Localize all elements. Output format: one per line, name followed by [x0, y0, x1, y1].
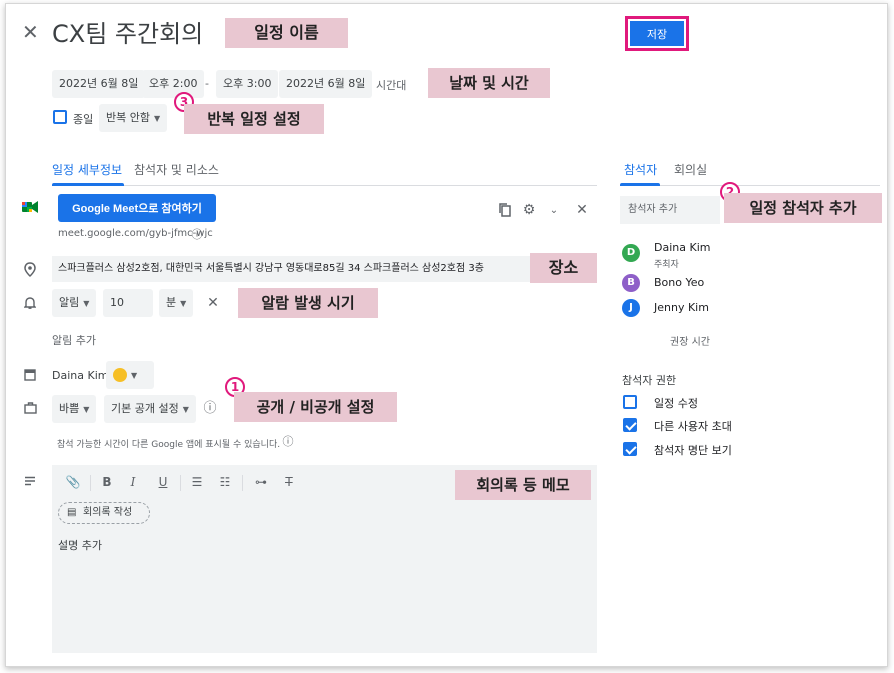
- help-icon[interactable]: ⓘ: [280, 434, 296, 450]
- tab-guests[interactable]: 참석자: [624, 161, 657, 178]
- start-date-chip[interactable]: 2022년 6월 8일: [52, 70, 146, 98]
- save-button-highlight: 저장: [625, 16, 689, 51]
- guest-avatar: B: [622, 274, 640, 292]
- copy-icon[interactable]: [497, 203, 513, 221]
- dropdown-arrow-icon: ▼: [131, 371, 138, 380]
- notification-unit-value: 분: [166, 296, 177, 309]
- dropdown-arrow-icon: ▼: [153, 114, 161, 123]
- clear-format-icon[interactable]: T̶: [280, 475, 298, 489]
- guest-room-tabs: 참석자 회의실: [620, 154, 880, 186]
- detail-tabs: 일정 세부정보 참석자 및 리소스: [52, 154, 597, 186]
- annotation-date-time: 날짜 및 시간: [428, 68, 550, 98]
- visibility-note: 참석 가능한 시간이 다른 Google 앱에 표시될 수 있습니다.: [57, 440, 281, 450]
- tab-guests-resources[interactable]: 참석자 및 리소스: [134, 161, 219, 178]
- close-icon[interactable]: ✕: [22, 22, 39, 42]
- location-input[interactable]: 스파크플러스 삼성2호점, 대한민국 서울특별시 강남구 영동대로85길 34 …: [52, 256, 530, 282]
- toolbar-divider: [90, 475, 91, 491]
- notification-amount-input[interactable]: 10: [103, 289, 153, 317]
- save-button[interactable]: 저장: [630, 21, 684, 46]
- underline-icon[interactable]: U: [154, 475, 172, 489]
- google-meet-icon: [22, 200, 38, 218]
- guest-name[interactable]: Jenny Kim: [654, 301, 709, 314]
- add-notification-link[interactable]: 알림 추가: [52, 332, 96, 348]
- annotation-notification: 알람 발생 시기: [238, 288, 378, 318]
- permission-label: 참석자 명단 보기: [654, 444, 732, 457]
- permission-label: 일정 수정: [654, 397, 698, 410]
- description-placeholder[interactable]: 설명 추가: [58, 537, 102, 553]
- permission-label: 다른 사용자 초대: [654, 420, 732, 433]
- active-tab-indicator: [52, 183, 124, 186]
- guest-avatar: D: [622, 244, 640, 262]
- annotation-visibility: 공개 / 비공개 설정: [234, 392, 397, 422]
- notification-type-value: 알림: [59, 296, 80, 309]
- annotation-notes: 회의록 등 메모: [455, 470, 591, 500]
- end-time-chip[interactable]: 오후 3:00: [216, 70, 279, 98]
- tab-event-details[interactable]: 일정 세부정보: [52, 161, 122, 178]
- annotation-location: 장소: [530, 253, 597, 283]
- toolbar-divider: [180, 475, 181, 491]
- italic-icon[interactable]: I: [124, 475, 142, 489]
- allday-checkbox[interactable]: [53, 110, 67, 124]
- event-title-input[interactable]: CX팀 주간회의: [52, 18, 203, 50]
- meeting-minutes-button[interactable]: ▤ 회의록 작성: [58, 502, 150, 524]
- location-pin-icon: [22, 262, 38, 281]
- permission-see-list-checkbox[interactable]: [623, 442, 637, 456]
- privacy-value: 기본 공개 설정: [111, 402, 179, 415]
- gear-icon[interactable]: ⚙: [521, 202, 537, 218]
- calendar-color-dropdown[interactable]: ▼: [106, 361, 154, 389]
- allday-label: 종일: [73, 113, 94, 126]
- guest-role: 주최자: [654, 260, 679, 270]
- meeting-minutes-label: 회의록 작성: [83, 507, 133, 518]
- busy-value: 바쁨: [59, 402, 80, 415]
- add-guest-input[interactable]: 참석자 추가: [620, 196, 720, 224]
- annotation-repeat: 반복 일정 설정: [184, 104, 324, 134]
- briefcase-icon: [22, 402, 38, 418]
- chevron-down-icon[interactable]: ⌄: [546, 203, 562, 219]
- bulleted-list-icon[interactable]: ☷: [216, 475, 234, 489]
- repeat-dropdown[interactable]: 반복 안함 ▼: [99, 104, 168, 132]
- bold-icon[interactable]: B: [98, 475, 116, 489]
- document-icon: ▤: [67, 507, 77, 518]
- attachment-icon[interactable]: 📎: [64, 475, 82, 489]
- suggested-times-link[interactable]: 권장 시간: [670, 333, 710, 348]
- join-meet-button[interactable]: Google Meet으로 참여하기: [58, 194, 216, 222]
- guest-name[interactable]: Daina Kim: [654, 241, 710, 254]
- calendar-owner: Daina Kim: [52, 369, 109, 382]
- active-tab-indicator: [620, 183, 660, 186]
- permission-invite-checkbox[interactable]: [623, 418, 637, 432]
- privacy-dropdown[interactable]: 기본 공개 설정 ▼: [104, 395, 196, 423]
- notification-unit-dropdown[interactable]: 분 ▼: [159, 289, 194, 317]
- end-date-chip[interactable]: 2022년 6월 8일: [279, 70, 373, 98]
- help-icon[interactable]: ⓘ: [189, 227, 205, 243]
- guest-name[interactable]: Bono Yeo: [654, 276, 704, 289]
- repeat-value: 반복 안함: [106, 111, 150, 124]
- color-swatch: [113, 368, 127, 382]
- annotation-event-name: 일정 이름: [225, 18, 348, 48]
- numbered-list-icon[interactable]: ☰: [188, 475, 206, 489]
- tab-rooms[interactable]: 회의실: [674, 161, 707, 178]
- link-icon[interactable]: ⊶: [252, 475, 270, 489]
- calendar-icon: [22, 368, 38, 385]
- permission-modify-checkbox[interactable]: [623, 395, 637, 409]
- guest-avatar: J: [622, 299, 640, 317]
- toolbar-divider: [242, 475, 243, 491]
- dropdown-arrow-icon: ▼: [83, 299, 90, 308]
- dropdown-arrow-icon: ▼: [83, 405, 90, 414]
- dropdown-arrow-icon: ▼: [180, 299, 187, 308]
- help-icon[interactable]: ⓘ: [202, 401, 218, 417]
- dropdown-arrow-icon: ▼: [182, 405, 189, 414]
- annotation-guests: 일정 참석자 추가: [724, 193, 882, 223]
- remove-meet-close-icon[interactable]: ✕: [574, 202, 590, 218]
- time-separator: -: [205, 77, 209, 90]
- busy-dropdown[interactable]: 바쁨 ▼: [52, 395, 97, 423]
- bell-icon: [22, 296, 38, 314]
- permissions-title: 참석자 권한: [622, 374, 677, 387]
- start-time-chip[interactable]: 오후 2:00: [142, 70, 205, 98]
- remove-notification-close-icon[interactable]: ✕: [205, 295, 221, 311]
- timezone-link[interactable]: 시간대: [376, 77, 406, 93]
- description-icon: [22, 474, 38, 490]
- notification-type-dropdown[interactable]: 알림 ▼: [52, 289, 97, 317]
